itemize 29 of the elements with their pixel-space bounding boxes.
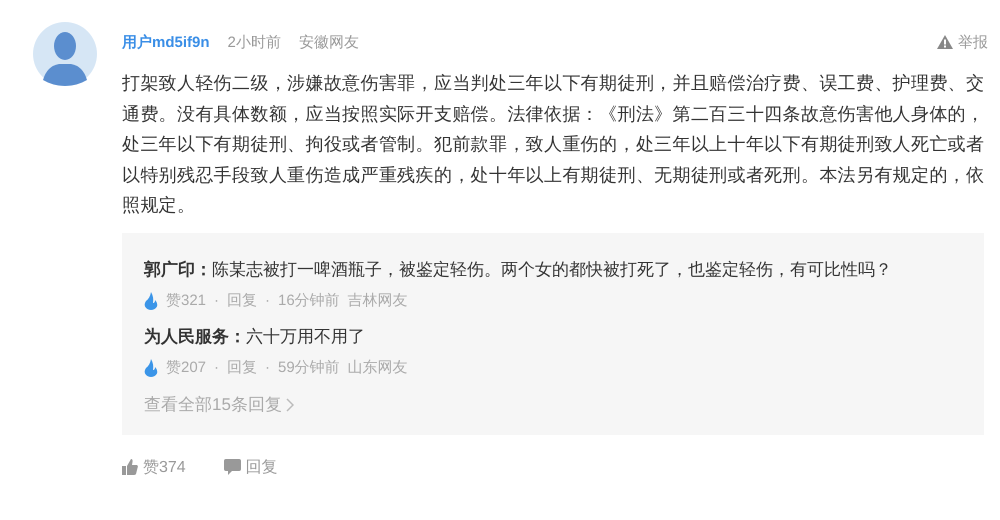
reply-link[interactable]: 回复 xyxy=(227,358,258,377)
thumbs-up-icon xyxy=(122,459,138,475)
location: 山东网友 xyxy=(348,358,408,377)
comment-text: 打架致人轻伤二级，涉嫌故意伤害罪，应当判处三年以下有期徒刑，并且赔偿治疗费、误工费、护理费、交通费。没有具体数额，应当按照实际开支赔偿。法律依据：《刑法》第二百三十四条故意伤害他人身体的，处三年以下有期徒刑、拘役或者管制。犯前款罪，致人重伤的，处三年以上十年以下有期徒刑致人死亡或者以特别残忍手段致人重伤造成严重残疾的，处十年以上有期徒刑、无期徒刑或者死刑。本法另有规定的，依照规定。 xyxy=(122,72,986,217)
location: 吉林网友 xyxy=(348,291,408,310)
comment-time: 2小时前 xyxy=(228,32,281,52)
separator-dot: · xyxy=(265,292,270,309)
reply-time: 59分钟前 xyxy=(278,358,340,377)
chevron-right-icon xyxy=(286,398,294,412)
like-count[interactable]: 赞321 xyxy=(166,291,206,310)
flame-icon xyxy=(144,358,158,376)
reply-button[interactable]: 回复 xyxy=(224,456,278,478)
reply-text: 郭广印：陈某志被打一啤酒瓶子，被鉴定轻伤。两个女的都快被打死了，也鉴定轻伤，有可比性吗？ xyxy=(144,258,893,280)
reply-time: 16分钟前 xyxy=(278,291,340,310)
view-all-replies-link[interactable]: 查看全部15条回复 xyxy=(144,386,962,422)
location: 安徽网友 xyxy=(298,32,359,52)
like-button[interactable]: 赞374 xyxy=(122,456,186,478)
separator-dot: · xyxy=(214,359,220,376)
report-link[interactable]: 举报 xyxy=(937,32,988,52)
reply-text: 为人民服务：六十万用不用了 xyxy=(144,326,366,348)
like-count[interactable]: 赞207 xyxy=(166,358,206,377)
reply-link[interactable]: 回复 xyxy=(227,291,258,310)
warning-icon xyxy=(937,35,953,49)
avatar xyxy=(33,22,97,86)
speech-bubble-icon xyxy=(224,459,241,475)
username[interactable]: 用户md5if9n xyxy=(122,32,210,52)
flame-icon xyxy=(144,292,158,310)
separator-dot: · xyxy=(214,292,220,309)
separator-dot: · xyxy=(265,359,270,376)
